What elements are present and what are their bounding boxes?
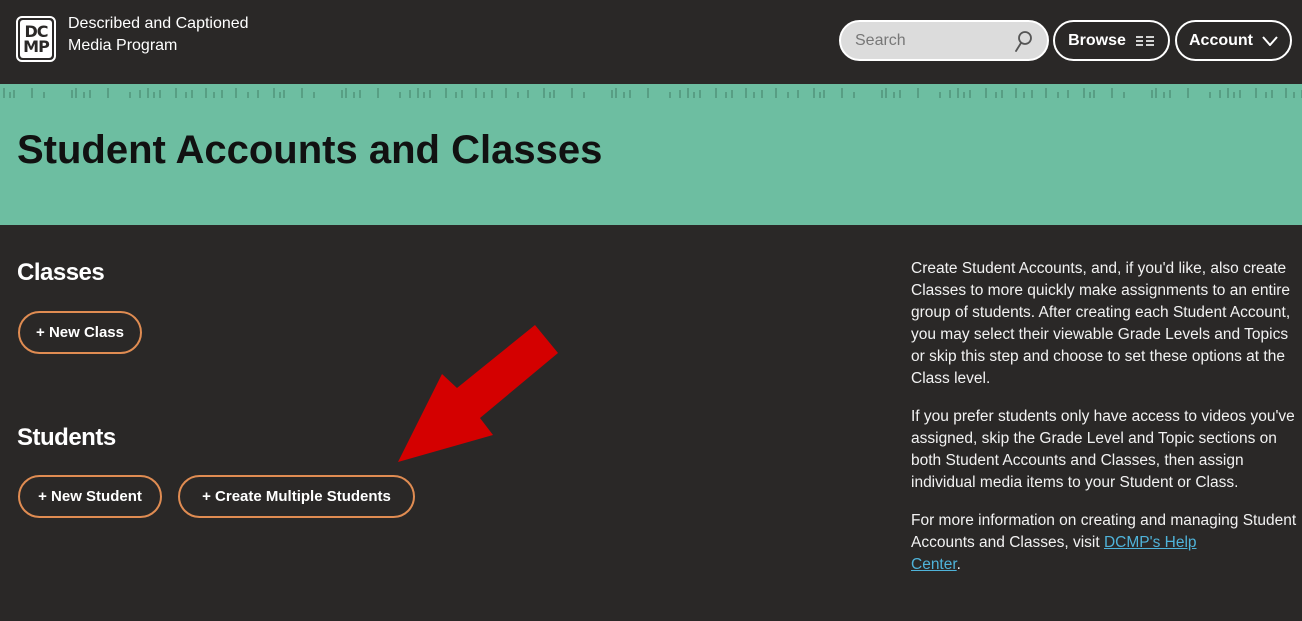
chevron-down-icon xyxy=(1262,35,1278,46)
info-paragraph-3: For more information on creating and man… xyxy=(911,510,1301,576)
new-student-button[interactable]: + New Student xyxy=(18,475,162,518)
browse-button[interactable]: Browse xyxy=(1053,20,1170,61)
list-icon xyxy=(1135,35,1154,46)
red-arrow-annotation xyxy=(398,325,558,462)
site-name-line2: Media Program xyxy=(68,37,178,54)
site-name[interactable]: Described and Captioned Media Program xyxy=(68,13,249,57)
decorative-tick-pattern xyxy=(3,88,1302,98)
logo-mark: DC MP xyxy=(20,20,52,58)
info-panel: Create Student Accounts, and, if you'd l… xyxy=(911,258,1301,592)
search-input[interactable] xyxy=(855,30,1005,52)
info-paragraph-3-end: . xyxy=(956,556,961,573)
browse-label: Browse xyxy=(1068,31,1126,49)
new-class-label: + New Class xyxy=(36,324,124,341)
account-label: Account xyxy=(1189,31,1253,49)
search-icon[interactable] xyxy=(1013,30,1033,54)
classes-heading: Classes xyxy=(17,259,105,286)
search-box xyxy=(839,20,1049,61)
logo-text-bottom: MP xyxy=(23,37,50,56)
dcmp-logo[interactable]: DC MP xyxy=(16,16,56,62)
help-link-text-2: Center xyxy=(911,556,957,573)
new-student-label: + New Student xyxy=(38,488,142,505)
students-heading: Students xyxy=(17,424,116,451)
help-link-text-1: DCMP's Help xyxy=(1103,534,1197,551)
site-name-line1: Described and Captioned xyxy=(68,15,249,32)
account-button[interactable]: Account xyxy=(1175,20,1292,61)
page-title: Student Accounts and Classes xyxy=(17,128,603,172)
info-paragraph-1: Create Student Accounts, and, if you'd l… xyxy=(911,260,1291,387)
create-multiple-students-label: + Create Multiple Students xyxy=(202,488,391,505)
create-multiple-students-button[interactable]: + Create Multiple Students xyxy=(178,475,415,518)
new-class-button[interactable]: + New Class xyxy=(18,311,142,354)
site-header: DC MP Described and Captioned Media Prog… xyxy=(0,0,1302,84)
arrow-shape xyxy=(398,325,558,462)
info-paragraph-2: If you prefer students only have access … xyxy=(911,408,1295,491)
